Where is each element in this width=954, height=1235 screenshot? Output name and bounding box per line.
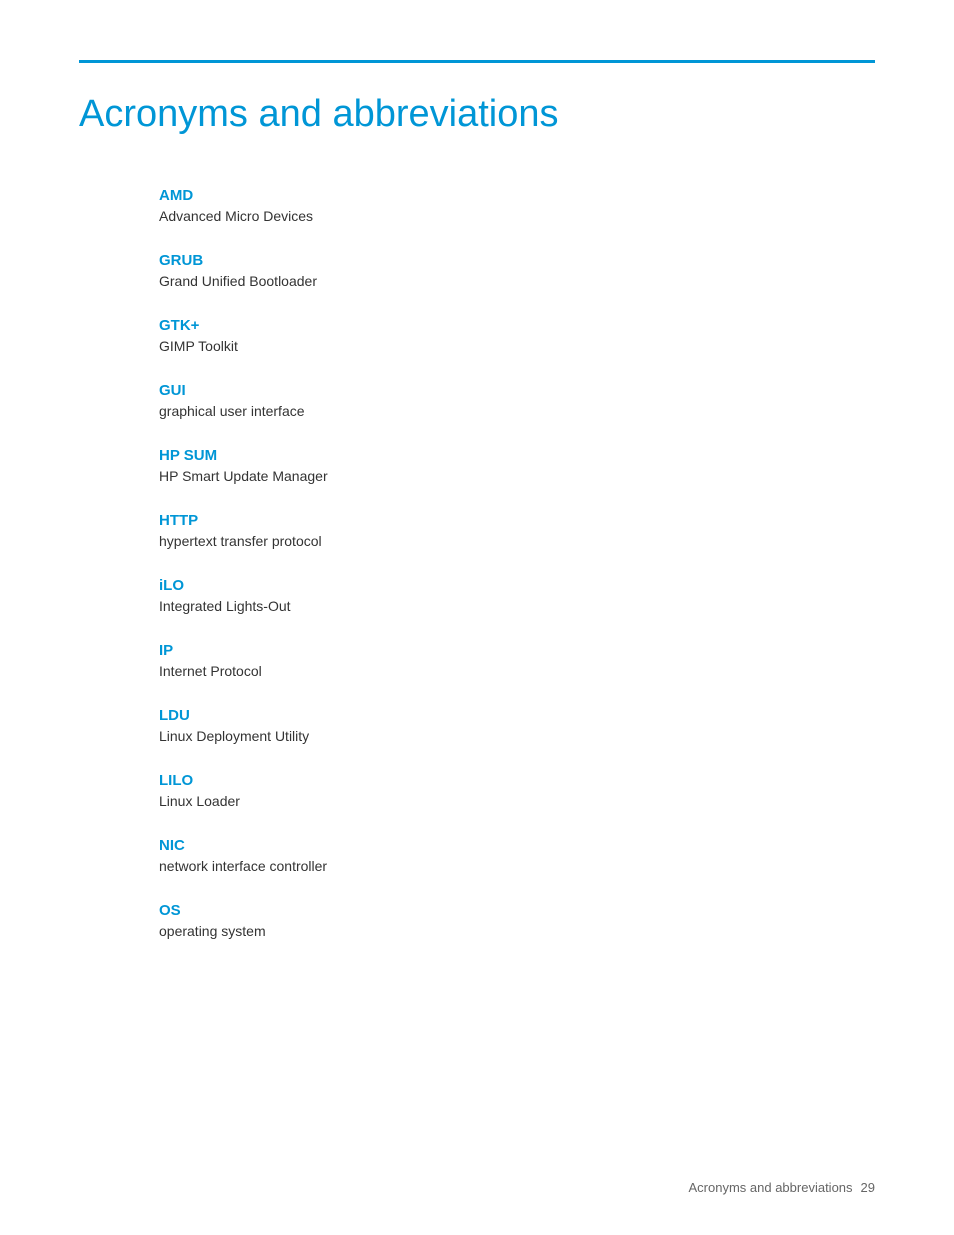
acronym-term: IP	[159, 642, 875, 659]
page-title: Acronyms and abbreviations	[79, 93, 875, 137]
acronym-definition: Linux Loader	[159, 793, 875, 809]
acronym-item: AMD Advanced Micro Devices	[159, 187, 875, 224]
acronym-definition: Internet Protocol	[159, 663, 875, 679]
acronym-item: HP SUM HP Smart Update Manager	[159, 447, 875, 484]
acronym-term: LILO	[159, 772, 875, 789]
acronym-term: NIC	[159, 837, 875, 854]
acronym-definition: HP Smart Update Manager	[159, 468, 875, 484]
acronym-term: HTTP	[159, 512, 875, 529]
acronym-definition: Linux Deployment Utility	[159, 728, 875, 744]
acronym-definition: Integrated Lights-Out	[159, 598, 875, 614]
acronym-item: OS operating system	[159, 902, 875, 939]
acronym-item: iLO Integrated Lights-Out	[159, 577, 875, 614]
acronym-definition: GIMP Toolkit	[159, 338, 875, 354]
acronym-definition: network interface controller	[159, 858, 875, 874]
acronym-term: HP SUM	[159, 447, 875, 464]
acronym-item: IP Internet Protocol	[159, 642, 875, 679]
acronym-term: LDU	[159, 707, 875, 724]
acronym-definition: hypertext transfer protocol	[159, 533, 875, 549]
acronym-item: HTTP hypertext transfer protocol	[159, 512, 875, 549]
acronym-term: AMD	[159, 187, 875, 204]
page-container: Acronyms and abbreviations AMD Advanced M…	[0, 0, 954, 1235]
acronym-term: GTK+	[159, 317, 875, 334]
page-footer: Acronyms and abbreviations 29	[689, 1180, 876, 1195]
acronym-term: OS	[159, 902, 875, 919]
acronym-definition: operating system	[159, 923, 875, 939]
acronym-term: GRUB	[159, 252, 875, 269]
acronym-item: GUI graphical user interface	[159, 382, 875, 419]
acronym-item: LILO Linux Loader	[159, 772, 875, 809]
acronym-list: AMD Advanced Micro Devices GRUB Grand Unifi…	[159, 187, 875, 939]
acronym-item: LDU Linux Deployment Utility	[159, 707, 875, 744]
acronym-definition: graphical user interface	[159, 403, 875, 419]
footer-text: Acronyms and abbreviations	[689, 1180, 853, 1195]
top-rule	[79, 60, 875, 63]
acronym-definition: Advanced Micro Devices	[159, 208, 875, 224]
acronym-item: NIC network interface controller	[159, 837, 875, 874]
footer-page-number: 29	[861, 1180, 875, 1195]
acronym-term: iLO	[159, 577, 875, 594]
acronym-term: GUI	[159, 382, 875, 399]
acronym-definition: Grand Unified Bootloader	[159, 273, 875, 289]
acronym-item: GRUB Grand Unified Bootloader	[159, 252, 875, 289]
acronym-item: GTK+ GIMP Toolkit	[159, 317, 875, 354]
